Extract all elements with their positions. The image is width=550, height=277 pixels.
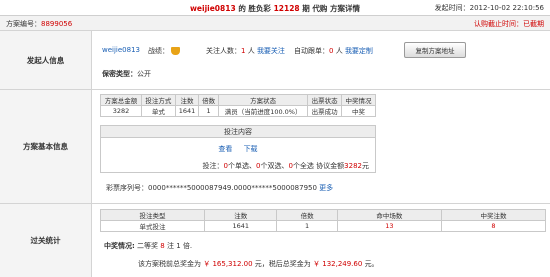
auto-follow-count: 0 [329,47,334,55]
more-link[interactable]: 更多 [319,184,333,192]
pre-tax-prefix: 该方案税前总奖金为 [138,260,201,268]
followers-unit: 人 [247,47,255,55]
col-multiple: 倍数 [198,94,219,106]
page-header: weijie0813 的 胜负彩 12128 期 代购 方案详情 发起时间：20… [0,0,550,16]
sponsor-user-link[interactable]: weijie0813 [102,46,140,54]
bet-content-box: 投注内容 查看 下载 投注：0个单选、0个双选、0个全选 协议金额3282元 [100,125,376,173]
result-section: 过关统计 投注类型 注数 倍数 命中场数 中奖注数 单式投注 1641 1 13… [0,204,550,277]
plan-id-bar: 方案编号：8899056 认购截止时间：已截期 [0,16,550,31]
prize-label: 中奖情况: [104,242,135,250]
title-user[interactable]: weijie0813 [190,4,236,13]
col-result-bets: 注数 [204,209,278,221]
cell-bet-type: 单式投注 [99,220,206,232]
amount-unit: 元 [362,162,369,170]
plan-id-label: 方案编号： [6,20,41,28]
sponsor-section: 发起人信息 weijie0813 战绩： 关注人数：1 人 我要关注 自动跟单：… [0,31,550,90]
publish-time-label: 发起时间： [434,4,470,12]
cell-result-bets: 1641 [204,220,278,232]
bet-content-links: 查看 下载 [101,144,375,154]
sponsor-record: 战绩： [148,46,180,56]
col-bets: 注数 [174,94,200,106]
copy-plan-url-button[interactable]: 复制方案地址 [404,42,466,58]
cell-prize-status: 中奖 [341,105,376,117]
ticket-serial: 彩票序列号：0000******5000087949.0000******500… [106,183,333,193]
basic-info-section-label: 方案基本信息 [0,90,92,203]
result-table: 投注类型 注数 倍数 命中场数 中奖注数 单式投注 1641 1 13 8 [99,209,547,232]
col-prize-status: 中奖情况 [341,94,376,106]
prize-tail: 注 1 倍. [166,242,193,250]
followers-count: 1 [241,47,246,55]
col-ticket-status: 出票状态 [307,94,343,106]
cell-bet-method: 单式 [140,105,176,117]
col-result-multiple: 倍数 [276,209,338,221]
cell-multiple: 1 [198,105,219,117]
title-tail: 期 代购 方案详情 [302,4,361,13]
col-bet-method: 投注方式 [140,94,176,106]
cell-ticket-status: 出票成功 [307,105,343,117]
followers-info: 关注人数：1 人 我要关注 [206,46,285,56]
pre-tax-amount: ￥ 165,312.00 [203,260,253,268]
auto-follow-info: 自动跟单：0 人 我要定制 [294,46,373,56]
download-link[interactable]: 下载 [244,145,258,153]
full-label: 个全选 协议金额 [292,162,345,170]
col-bet-type: 投注类型 [99,209,206,221]
table-row: 单式投注 1641 1 13 8 [99,220,547,232]
basic-info-table: 方案总金额 投注方式 注数 倍数 方案状态 出票状态 中奖情况 3282 单式 … [100,94,376,117]
followers-label: 关注人数： [206,47,241,55]
bet-amount: 3282 [344,162,362,170]
bet-summary: 投注：0个单选、0个双选、0个全选 协议金额3282元 [203,161,369,171]
privacy-label: 保密类型： [102,70,137,78]
follow-link[interactable]: 我要关注 [257,47,285,55]
title-issue: 12128 [273,4,300,13]
privacy-info: 保密类型：公开 [102,69,151,79]
col-winning-bets: 中奖注数 [440,209,547,221]
basic-info-header-row: 方案总金额 投注方式 注数 倍数 方案状态 出票状态 中奖情况 [100,94,376,106]
cell-plan-status: 满员（当前进度100.0%） [217,105,309,117]
cell-hits: 13 [336,220,442,232]
prize-count: 8 [160,242,165,250]
custom-link[interactable]: 我要定制 [345,47,373,55]
after-tax-amount: ￥ 132,249.60 [313,260,363,268]
double-label: 个双选、 [260,162,289,170]
single-label: 个单选、 [228,162,256,170]
basic-info-section: 方案基本信息 方案总金额 投注方式 注数 倍数 方案状态 出票状态 中奖情况 3… [0,90,550,204]
auto-follow-unit: 人 [335,47,343,55]
cell-winning-bets: 8 [440,220,547,232]
cell-total-amount: 3282 [100,105,142,117]
plan-id: 方案编号：8899056 [6,19,72,29]
summary-prefix: 投注： [202,162,224,170]
result-section-label: 过关统计 [0,204,92,277]
after-tax-label: 元，税后总奖金为 [254,260,311,268]
title-lottery: 的 胜负彩 [238,4,271,13]
col-plan-status: 方案状态 [217,94,309,106]
sponsor-section-label: 发起人信息 [0,31,92,89]
prize-text: 二等奖 [137,242,159,250]
plan-id-value: 8899056 [41,20,73,28]
table-row: 3282 单式 1641 1 满员（当前进度100.0%） 出票成功 中奖 [100,105,376,117]
deadline-status: 认购截止时间：已截期 [474,20,544,28]
view-link[interactable]: 查看 [218,145,232,153]
cell-result-multiple: 1 [276,220,338,232]
publish-time: 发起时间：2012-10-02 22:10:56 [435,3,544,13]
col-hits: 命中场数 [336,209,442,221]
trophy-icon [171,47,180,55]
prize-info: 中奖情况: 二等奖 8 注 1 倍. [104,241,192,251]
privacy-value: 公开 [137,70,151,78]
amount-line-end: 元。 [364,260,379,268]
prize-amount-line: 该方案税前总奖金为 ￥ 165,312.00 元，税后总奖金为 ￥ 132,24… [138,259,379,269]
auto-follow-label: 自动跟单： [294,47,329,55]
serial-label: 彩票序列号： [106,184,148,192]
result-header-row: 投注类型 注数 倍数 命中场数 中奖注数 [99,209,547,221]
col-total-amount: 方案总金额 [100,94,142,106]
publish-time-value: 2012-10-02 22:10:56 [469,4,544,12]
bet-content-title: 投注内容 [101,126,375,138]
record-label: 战绩： [148,47,169,55]
cell-bets: 1641 [174,105,200,117]
serial-value: 0000******5000087949.0000******500008795… [148,184,317,192]
